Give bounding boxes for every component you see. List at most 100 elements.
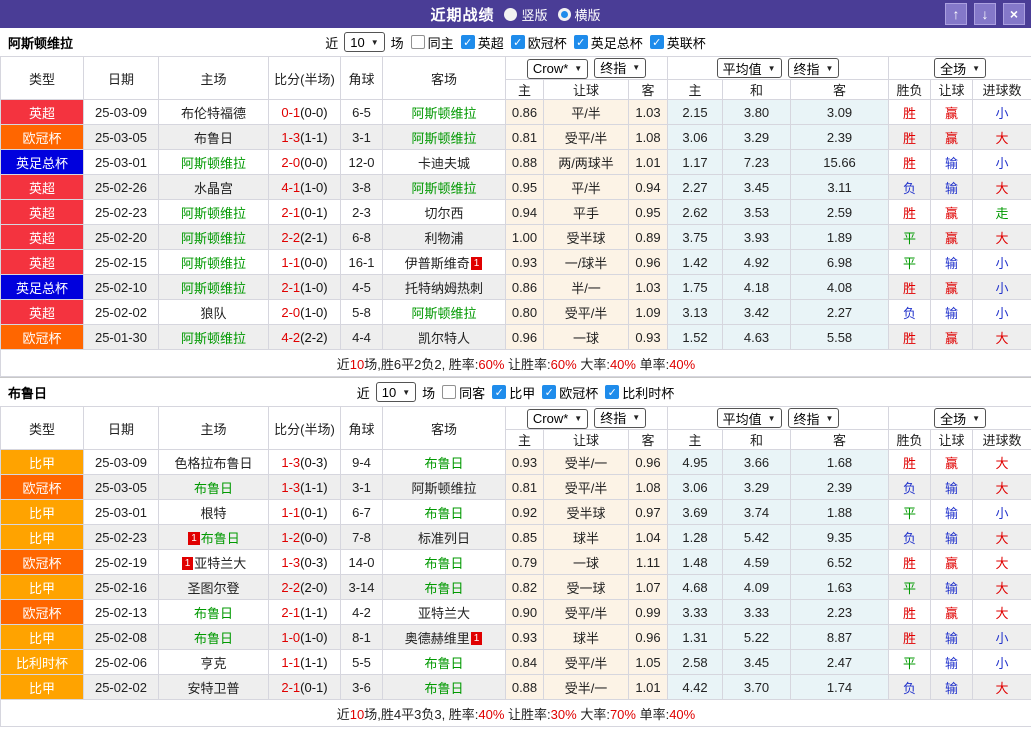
avg-away-cell: 3.09 [791,100,889,125]
avg-source-select[interactable]: 平均值▼ [717,58,782,78]
radio-horizontal-layout[interactable]: 横版 [558,5,601,24]
recent-count-select[interactable]: 10▼ [344,32,384,52]
league-filter-checkbox[interactable]: ✓ [605,385,619,399]
recent-count-select[interactable]: 10▼ [376,382,416,402]
away-team-cell: 伊普斯维奇1 [383,250,506,275]
summary-row: 近10场,胜6平2负2, 胜率:60% 让胜率:60% 大率:40% 单率:40… [1,350,1031,377]
avg-draw-cell: 4.18 [723,275,791,300]
corner-cell: 12-0 [341,150,383,175]
avg-away-cell: 9.35 [791,525,889,550]
odds-company-select[interactable]: Crow*▼ [527,59,588,79]
result-goals-cell: 小 [973,625,1031,650]
avg-stage-select[interactable]: 终指▼ [788,408,840,428]
chevron-down-icon: ▼ [826,64,834,73]
chevron-down-icon: ▼ [371,38,379,47]
odds-away-cell: 0.97 [629,500,668,525]
odds-stage-select[interactable]: 终指▼ [594,58,646,78]
score-cell: 2-1(0-1) [269,200,341,225]
league-filter-checkbox[interactable]: ✓ [650,35,664,49]
same-venue-checkbox[interactable] [442,385,456,399]
away-team-cell: 切尔西 [383,200,506,225]
column-header: 主场 [159,57,269,100]
team-section: 阿斯顿维拉近10▼场同主✓英超✓欧冠杯✓英足总杯✓英联杯类型日期主场比分(半场)… [0,28,1031,377]
league-badge: 英超 [1,175,84,200]
scope-group-header: 全场▼ [889,57,1031,80]
odds-home-cell: 0.93 [506,450,544,475]
odds-handicap-cell: 一/球半 [544,250,629,275]
match-row: 比甲25-02-08布鲁日1-0(1-0)8-1奥德赫维里10.93球半0.96… [1,625,1031,650]
result-goals-cell: 大 [973,675,1031,700]
avg-away-cell: 2.39 [791,125,889,150]
score-cell: 4-1(1-0) [269,175,341,200]
column-subheader: 胜负 [889,430,931,450]
column-subheader: 进球数 [973,80,1031,100]
chevron-down-icon: ▼ [574,64,582,73]
odds-stage-select[interactable]: 终指▼ [594,408,646,428]
league-filter-checkbox[interactable]: ✓ [542,385,556,399]
away-team-cell: 卡迪夫城 [383,150,506,175]
date-cell: 25-02-23 [84,200,159,225]
move-up-button[interactable]: ↑ [945,3,967,25]
corner-cell: 16-1 [341,250,383,275]
avg-home-cell: 1.52 [668,325,723,350]
same-venue-checkbox[interactable] [411,35,425,49]
results-table: 类型日期主场比分(半场)角球客场Crow*▼终指▼平均值▼终指▼全场▼主让球客主… [0,406,1031,727]
league-badge: 英足总杯 [1,150,84,175]
result-handicap-cell: 赢 [931,600,973,625]
result-goals-cell: 小 [973,250,1031,275]
result-handicap-cell: 赢 [931,125,973,150]
date-cell: 25-03-05 [84,125,159,150]
odds-away-cell: 1.03 [629,100,668,125]
result-handicap-cell: 赢 [931,275,973,300]
result-goals-cell: 小 [973,650,1031,675]
odds-home-cell: 0.81 [506,475,544,500]
close-button[interactable]: × [1003,3,1025,25]
avg-away-cell: 2.47 [791,650,889,675]
scope-select[interactable]: 全场▼ [934,58,986,78]
result-goals-cell: 大 [973,525,1031,550]
avg-home-cell: 4.42 [668,675,723,700]
corner-cell: 3-8 [341,175,383,200]
result-outcome-cell: 负 [889,475,931,500]
league-filter-checkbox[interactable]: ✓ [574,35,588,49]
odds-home-cell: 0.94 [506,200,544,225]
move-down-button[interactable]: ↓ [974,3,996,25]
odds-company-select[interactable]: Crow*▼ [527,409,588,429]
score-cell: 1-3(0-3) [269,550,341,575]
avg-draw-cell: 3.70 [723,675,791,700]
avg-away-cell: 8.87 [791,625,889,650]
match-row: 比利时杯25-02-06亨克1-1(1-1)5-5布鲁日0.84受平/半1.05… [1,650,1031,675]
odds-handicap-cell: 两/两球半 [544,150,629,175]
filter-row: 布鲁日近10▼场同客✓比甲✓欧冠杯✓比利时杯 [0,378,1031,406]
avg-draw-cell: 4.92 [723,250,791,275]
league-badge: 比利时杯 [1,650,84,675]
date-cell: 25-02-20 [84,225,159,250]
odds-home-cell: 0.88 [506,150,544,175]
avg-draw-cell: 4.63 [723,325,791,350]
league-filter-checkbox[interactable]: ✓ [511,35,525,49]
league-filter-checkbox[interactable]: ✓ [461,35,475,49]
radio-vertical-layout[interactable]: 竖版 [504,5,547,24]
avg-home-cell: 3.75 [668,225,723,250]
odds-home-cell: 0.92 [506,500,544,525]
column-header: 类型 [1,407,84,450]
avg-stage-select[interactable]: 终指▼ [788,58,840,78]
summary-text: 近10场,胜6平2负2, 胜率:60% 让胜率:60% 大率:40% 单率:40… [1,350,1031,377]
score-cell: 1-0(1-0) [269,625,341,650]
match-row: 欧冠杯25-01-30阿斯顿维拉4-2(2-2)4-4凯尔特人0.96一球0.9… [1,325,1031,350]
result-outcome-cell: 胜 [889,125,931,150]
result-handicap-cell: 输 [931,500,973,525]
avg-home-cell: 2.62 [668,200,723,225]
league-filter-checkbox[interactable]: ✓ [492,385,506,399]
corner-cell: 3-6 [341,675,383,700]
result-handicap-cell: 输 [931,175,973,200]
scope-select[interactable]: 全场▼ [934,408,986,428]
league-badge: 英超 [1,300,84,325]
column-header: 主场 [159,407,269,450]
score-cell: 1-3(0-3) [269,450,341,475]
odds-home-cell: 0.93 [506,625,544,650]
avg-source-select[interactable]: 平均值▼ [717,408,782,428]
column-subheader: 让球 [544,80,629,100]
home-team-cell: 水晶宫 [159,175,269,200]
chevron-down-icon: ▼ [574,414,582,423]
